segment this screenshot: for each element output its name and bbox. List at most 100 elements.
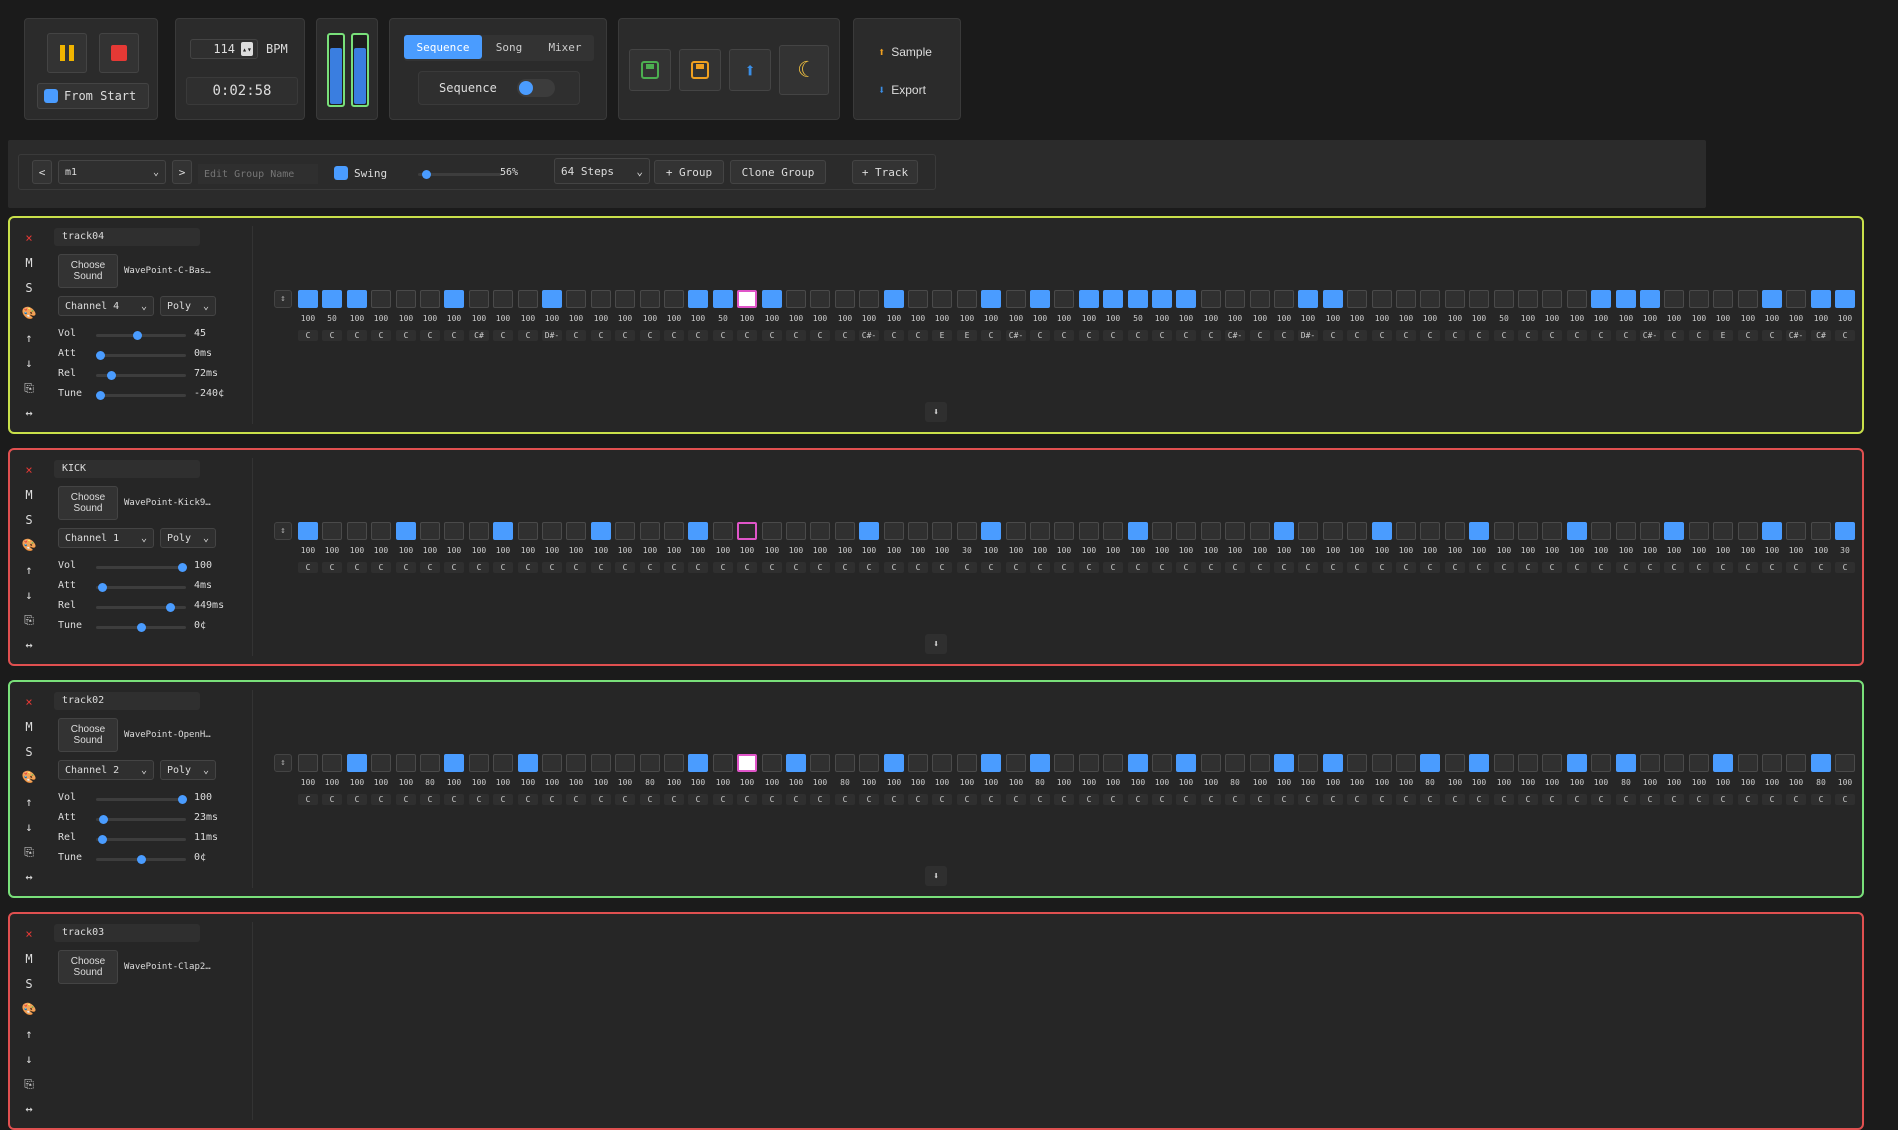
step-20[interactable]: [762, 290, 782, 308]
sequence-toggle[interactable]: [516, 79, 555, 97]
step-velocity[interactable]: 100: [859, 546, 879, 556]
step-note[interactable]: C: [737, 794, 757, 805]
step-note[interactable]: C: [1396, 330, 1416, 341]
step-note[interactable]: C: [664, 794, 684, 805]
step-velocity[interactable]: 100: [518, 546, 538, 556]
step-velocity[interactable]: 100: [1006, 314, 1026, 324]
tune-slider-knob[interactable]: [137, 623, 146, 632]
step-velocity[interactable]: 100: [566, 546, 586, 556]
step-note[interactable]: C: [1128, 330, 1148, 341]
step-60[interactable]: [1738, 522, 1758, 540]
step-40[interactable]: [1250, 754, 1270, 772]
step-41[interactable]: [1274, 290, 1294, 308]
tune-slider[interactable]: [96, 391, 186, 400]
step-velocity[interactable]: 100: [1713, 778, 1733, 788]
move-down-icon[interactable]: ↓: [18, 353, 40, 373]
step-velocity[interactable]: 100: [542, 314, 562, 324]
move-up-icon[interactable]: ↑: [18, 560, 40, 580]
rel-slider-knob[interactable]: [166, 603, 175, 612]
vol-slider-knob[interactable]: [178, 563, 187, 572]
step-note[interactable]: C: [1518, 794, 1538, 805]
step-31[interactable]: [1030, 290, 1050, 308]
step-velocity[interactable]: 30: [1835, 546, 1855, 556]
step-velocity[interactable]: 100: [1591, 314, 1611, 324]
track-name-field[interactable]: track04: [54, 228, 200, 246]
step-note[interactable]: E: [1713, 330, 1733, 341]
step-note[interactable]: C: [1225, 794, 1245, 805]
step-note[interactable]: C: [1225, 562, 1245, 573]
poly-select[interactable]: Poly ⌄: [160, 528, 216, 548]
step-18[interactable]: [713, 754, 733, 772]
step-note[interactable]: C: [1494, 562, 1514, 573]
step-velocity[interactable]: 100: [1372, 778, 1392, 788]
step-velocity[interactable]: 100: [859, 314, 879, 324]
step-note[interactable]: C: [1103, 794, 1123, 805]
channel-select[interactable]: Channel 1 ⌄: [58, 528, 154, 548]
step-velocity[interactable]: 100: [1542, 546, 1562, 556]
step-53[interactable]: [1567, 522, 1587, 540]
palette-icon[interactable]: 🎨: [18, 303, 40, 323]
step-30[interactable]: [1006, 290, 1026, 308]
step-velocity[interactable]: 100: [371, 314, 391, 324]
step-velocity[interactable]: 100: [1372, 314, 1392, 324]
step-13[interactable]: [591, 522, 611, 540]
step-43[interactable]: [1323, 290, 1343, 308]
att-slider[interactable]: [96, 351, 186, 360]
track-name-field[interactable]: KICK: [54, 460, 200, 478]
step-velocity[interactable]: 100: [396, 314, 416, 324]
step-39[interactable]: [1225, 290, 1245, 308]
step-velocity[interactable]: 100: [1738, 778, 1758, 788]
upload-button[interactable]: ⬆: [729, 49, 771, 91]
rel-slider-knob[interactable]: [98, 835, 107, 844]
step-velocity[interactable]: 100: [981, 314, 1001, 324]
step-note[interactable]: C: [1079, 330, 1099, 341]
step-19[interactable]: [737, 290, 757, 308]
step-note[interactable]: C: [1689, 562, 1709, 573]
step-velocity[interactable]: 100: [688, 778, 708, 788]
step-velocity[interactable]: 100: [1664, 314, 1684, 324]
step-19[interactable]: [737, 754, 757, 772]
step-17[interactable]: [688, 290, 708, 308]
step-velocity[interactable]: 100: [1103, 546, 1123, 556]
expand-icon[interactable]: ↔: [18, 403, 40, 423]
step-velocity[interactable]: 100: [908, 778, 928, 788]
step-62[interactable]: [1786, 522, 1806, 540]
step-note[interactable]: C: [1030, 562, 1050, 573]
step-52[interactable]: [1542, 754, 1562, 772]
step-note[interactable]: C: [1250, 330, 1270, 341]
step-velocity[interactable]: 100: [1225, 314, 1245, 324]
step-23[interactable]: [835, 754, 855, 772]
step-45[interactable]: [1372, 290, 1392, 308]
step-velocity[interactable]: 100: [1372, 546, 1392, 556]
step-14[interactable]: [615, 522, 635, 540]
step-note[interactable]: C: [1591, 794, 1611, 805]
step-23[interactable]: [835, 290, 855, 308]
step-note[interactable]: C: [664, 562, 684, 573]
choose-sound-button[interactable]: Choose Sound: [58, 486, 118, 520]
step-note[interactable]: C: [1542, 330, 1562, 341]
step-53[interactable]: [1567, 754, 1587, 772]
step-46[interactable]: [1396, 522, 1416, 540]
mute-button[interactable]: M: [18, 949, 40, 969]
step-35[interactable]: [1128, 754, 1148, 772]
step-note[interactable]: C: [396, 794, 416, 805]
step-28[interactable]: [957, 522, 977, 540]
step-velocity[interactable]: 100: [469, 314, 489, 324]
step-note[interactable]: C: [1201, 794, 1221, 805]
step-21[interactable]: [786, 290, 806, 308]
step-velocity[interactable]: 100: [1494, 546, 1514, 556]
step-19[interactable]: [737, 522, 757, 540]
step-note[interactable]: C: [1640, 794, 1660, 805]
step-velocity[interactable]: 100: [1250, 778, 1270, 788]
step-note[interactable]: C: [1469, 330, 1489, 341]
vol-slider-knob[interactable]: [178, 795, 187, 804]
step-velocity[interactable]: 100: [1835, 314, 1855, 324]
step-13[interactable]: [591, 754, 611, 772]
step-48[interactable]: [1445, 522, 1465, 540]
step-54[interactable]: [1591, 754, 1611, 772]
step-note[interactable]: C: [518, 562, 538, 573]
step-note[interactable]: C: [396, 562, 416, 573]
step-note[interactable]: C: [640, 562, 660, 573]
step-velocity[interactable]: 80: [1030, 778, 1050, 788]
step-9[interactable]: [493, 522, 513, 540]
